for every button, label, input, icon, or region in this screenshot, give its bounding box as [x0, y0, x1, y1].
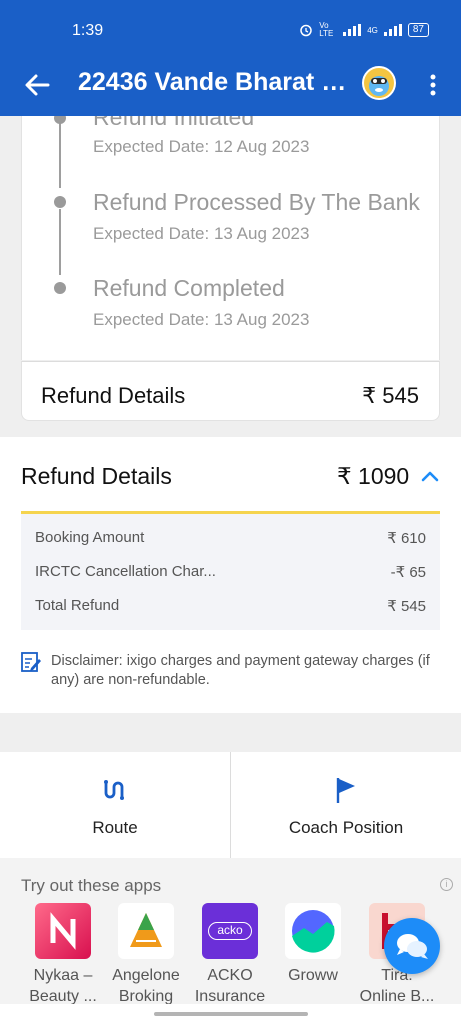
timeline-connector: [59, 209, 61, 275]
timeline-item-date: Expected Date: 13 Aug 2023: [93, 310, 310, 329]
breakdown-row: Total Refund ₹ 545: [35, 597, 426, 615]
flag-icon: [336, 778, 355, 803]
groww-logo: [285, 903, 341, 959]
app-tile-angelone[interactable]: Angelone Broking: [105, 903, 187, 1007]
chat-support-button[interactable]: [384, 918, 440, 974]
nykaa-logo: [35, 903, 91, 959]
refund-summary-row[interactable]: Refund Details ₹ 545: [21, 361, 440, 421]
battery-indicator: 87: [407, 23, 429, 37]
timeline-item-title: Refund Processed By The Bank: [93, 189, 420, 215]
app-tile-groww[interactable]: Groww: [272, 903, 354, 986]
timeline-item-title: Refund Completed: [93, 275, 285, 301]
more-options-icon[interactable]: [424, 70, 442, 100]
action-buttons: Route Coach Position: [0, 752, 461, 858]
signal-icon: [343, 24, 362, 36]
app-tile-acko[interactable]: acko ACKO Insurance: [189, 903, 271, 1007]
nykaa-mark-icon: [50, 912, 76, 950]
avatar[interactable]: [362, 66, 396, 100]
refund-details-title[interactable]: Refund Details: [21, 463, 172, 490]
info-icon[interactable]: i: [440, 878, 453, 891]
back-arrow-icon[interactable]: [22, 70, 52, 100]
breakdown-value: ₹ 545: [387, 598, 426, 615]
route-button[interactable]: Route: [0, 752, 230, 858]
app-name: ACKO: [207, 967, 253, 984]
route-icon: [104, 780, 124, 800]
timeline-dot: [54, 196, 66, 208]
status-time: 1:39: [72, 22, 104, 39]
timeline-dot: [54, 116, 66, 124]
route-label: Route: [92, 818, 138, 837]
refund-breakdown-table: Booking Amount ₹ 610 IRCTC Cancellation …: [21, 511, 440, 630]
coach-position-label: Coach Position: [288, 818, 404, 837]
breakdown-label: Total Refund: [35, 597, 120, 614]
timeline-item-date: Expected Date: 12 Aug 2023: [93, 137, 310, 156]
mascot-icon: [369, 76, 389, 96]
home-handle[interactable]: [154, 1012, 308, 1016]
acko-logo-text: acko: [208, 922, 252, 940]
coach-position-button[interactable]: Coach Position: [231, 752, 461, 858]
edit-note-icon: [21, 652, 41, 672]
apps-heading: Try out these apps: [21, 876, 162, 895]
angelone-logo: [118, 903, 174, 959]
breakdown-label: Booking Amount: [35, 529, 145, 546]
status-icons: Vo LTE 4G 87: [299, 22, 429, 38]
chat-bubbles-icon: [397, 934, 428, 959]
breakdown-row: IRCTC Cancellation Char... -₹ 65: [35, 563, 426, 581]
alarm-icon: [300, 24, 312, 37]
app-name: Nykaa –: [33, 967, 93, 984]
refund-timeline: Refund Initiated Expected Date: 12 Aug 2…: [21, 116, 440, 360]
chevron-up-icon[interactable]: [420, 469, 440, 483]
app-bar: 22436 Vande Bharat Express: [0, 60, 461, 116]
status-bar: 1:39 Vo LTE 4G 87: [0, 0, 461, 60]
timeline-connector: [59, 116, 61, 188]
groww-mark-icon: [292, 910, 335, 953]
breakdown-value: ₹ 610: [387, 530, 426, 547]
acko-logo: acko: [202, 903, 258, 959]
app-name: Angelone: [112, 967, 180, 984]
app-name: Groww: [288, 967, 338, 984]
breakdown-label: IRCTC Cancellation Char...: [35, 563, 216, 580]
timeline-dot: [54, 282, 66, 294]
app-tile-nykaa[interactable]: Nykaa – Beauty ...: [22, 903, 104, 1007]
refund-summary-label: Refund Details: [41, 383, 186, 408]
breakdown-row: Booking Amount ₹ 610: [35, 529, 426, 547]
timeline-item-date: Expected Date: 13 Aug 2023: [93, 224, 310, 243]
network-type-label: 4G: [367, 25, 378, 35]
timeline-item-title: Refund Initiated: [93, 116, 255, 130]
refund-details-section: Refund Details ₹ 1090 Booking Amount ₹ 6…: [0, 437, 461, 713]
refund-details-total: ₹ 1090: [337, 463, 410, 489]
angelone-mark-icon: [130, 913, 162, 947]
breakdown-value: -₹ 65: [390, 564, 426, 581]
signal2-icon: [383, 24, 402, 36]
refund-summary-amount: ₹ 545: [362, 383, 419, 408]
gesture-nav-bar: [0, 1004, 461, 1024]
page-title: 22436 Vande Bharat Express: [78, 68, 348, 96]
disclaimer-text: Disclaimer: ixigo charges and payment ga…: [51, 653, 430, 688]
volte-label: Vo LTE: [319, 21, 334, 38]
